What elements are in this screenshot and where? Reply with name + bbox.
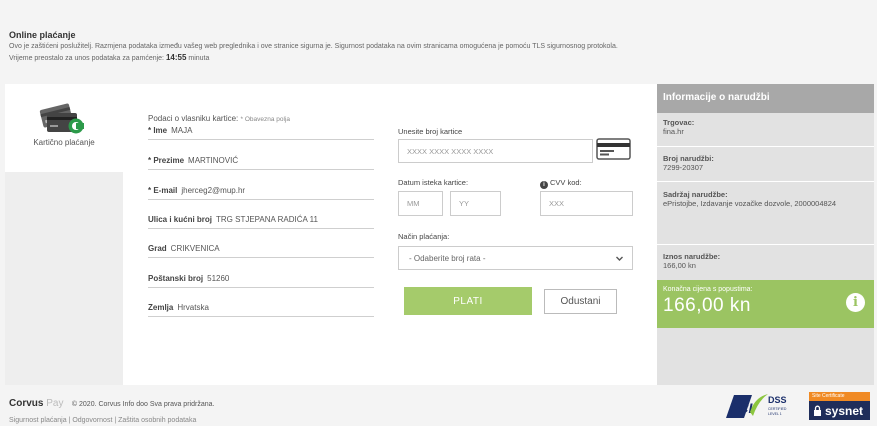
- corvuspay-logo: Corvus Pay: [9, 398, 63, 409]
- order-content-label: Sadržaj narudžbe:: [663, 190, 728, 199]
- link-privacy[interactable]: Zaštita osobnih podataka: [118, 417, 196, 424]
- pci-dss-badge: PCI DSS CERTIFIED LEVEL 1: [726, 394, 787, 418]
- installments-selected: - Odaberite broj rata -: [409, 253, 486, 263]
- final-price-label: Konačna cijena s popustima:: [663, 286, 753, 293]
- timer-value: 14:55: [165, 53, 187, 62]
- cvv-label-text: CVV kod:: [550, 178, 582, 187]
- installments-select[interactable]: - Odaberite broj rata -: [398, 246, 633, 270]
- notice-security-text: Ovo je zaštićeni poslužitelj. Razmjena p…: [9, 43, 618, 50]
- order-number-label: Broj narudžbi:: [663, 154, 714, 163]
- country-field[interactable]: Zemlja Hrvatska: [148, 303, 374, 317]
- merchant-info: Trgovac: fina.hr: [663, 118, 868, 136]
- footer-brand-row: Corvus Pay © 2020. Corvus Info doo Sva p…: [9, 393, 609, 411]
- city-field[interactable]: Grad CRIKVENICA: [148, 244, 374, 258]
- payment-panel: Kartično plaćanje Podaci o vlasniku kart…: [5, 84, 874, 385]
- street-field[interactable]: Ulica i kućni broj TRG STJEPANA RADIĆA 11: [148, 215, 374, 229]
- merchant-label: Trgovac:: [663, 118, 695, 127]
- cvv-label: i CVV kod:: [540, 178, 582, 189]
- lock-icon: [814, 405, 821, 416]
- owner-heading-text: Podaci o vlasniku kartice:: [148, 114, 239, 123]
- info-icon[interactable]: i: [846, 293, 865, 312]
- payment-methods-column: Kartično plaćanje: [5, 84, 123, 385]
- certified-text: CERTIFIED: [768, 407, 787, 411]
- link-responsibility[interactable]: Odgovornost: [72, 417, 112, 424]
- brand-corvus: Corvus: [9, 398, 44, 409]
- card-number-input[interactable]: XXXX XXXX XXXX XXXX: [398, 139, 593, 163]
- first-name-label: * Ime: [148, 126, 168, 135]
- credit-cards-icon: [39, 103, 84, 134]
- order-divider: [657, 244, 874, 245]
- pci-text: PCI: [729, 400, 753, 416]
- last-name-field[interactable]: * Prezime MARTINOVIĆ: [148, 156, 374, 170]
- country-value: Hrvatska: [177, 303, 209, 312]
- email-field[interactable]: * E-mail jherceg2@mup.hr: [148, 186, 374, 200]
- card-owner-section: Podaci o vlasniku kartice: * Obavezna po…: [148, 114, 374, 317]
- order-amount-value: 166,00 kn: [663, 261, 696, 270]
- email-value: jherceg2@mup.hr: [181, 186, 246, 195]
- country-label: Zemlja: [148, 303, 174, 312]
- page-footer: Corvus Pay © 2020. Corvus Info doo Sva p…: [9, 393, 609, 424]
- copyright-text: © 2020. Corvus Info doo Sva prava pridrž…: [71, 401, 215, 408]
- sysnet-name: sysnet: [825, 403, 864, 418]
- order-amount-label: Iznos narudžbe:: [663, 252, 721, 261]
- brand-pay: Pay: [46, 398, 64, 409]
- expiry-year-input[interactable]: YY: [450, 191, 501, 216]
- order-info-panel: Informacije o narudžbi Trgovac: fina.hr …: [657, 84, 874, 385]
- first-name-value: MAJA: [171, 126, 193, 135]
- payment-method-label: Način plaćanja:: [398, 232, 450, 241]
- cancel-button[interactable]: Odustani: [544, 289, 617, 314]
- order-info-heading: Informacije o narudžbi: [657, 84, 874, 113]
- notice-title: Online plaćanje: [9, 30, 76, 40]
- first-name-field[interactable]: * Ime MAJA: [148, 126, 374, 140]
- footer-links: Sigurnost plaćanja | Odgovornost | Zašti…: [9, 417, 197, 424]
- merchant-value: fina.hr: [663, 127, 684, 136]
- expiry-label: Datum isteka kartice:: [398, 178, 469, 187]
- city-label: Grad: [148, 244, 167, 253]
- street-value: TRG STJEPANA RADIĆA 11: [216, 215, 318, 224]
- dss-text: DSS: [768, 395, 787, 405]
- final-price-box: Konačna cijena s popustima: 166,00 kn i: [657, 280, 874, 328]
- order-divider: [657, 181, 874, 182]
- card-number-label: Unesite broj kartice: [398, 127, 463, 136]
- cvv-input[interactable]: XXX: [540, 191, 633, 216]
- order-content-info: Sadržaj narudžbe: ePristojbe, Izdavanje …: [663, 190, 868, 208]
- order-divider: [657, 146, 874, 147]
- pay-button[interactable]: PLATI: [404, 287, 532, 315]
- postal-code-label: Poštanski broj: [148, 274, 204, 283]
- order-amount-info: Iznos narudžbe: 166,00 kn: [663, 252, 868, 270]
- notice-timer: Vrijeme preostalo za unos podataka za pa…: [9, 53, 869, 62]
- required-note: * Obavezna polja: [240, 116, 291, 123]
- timer-unit: minuta: [188, 55, 210, 62]
- email-label: * E-mail: [148, 186, 178, 195]
- chevron-down-icon: [616, 256, 623, 261]
- postal-code-value: 51260: [207, 274, 230, 283]
- timer-label: Vrijeme preostalo za unos podataka za pa…: [9, 55, 164, 62]
- cvv-info-icon[interactable]: i: [540, 181, 548, 189]
- order-number-info: Broj narudžbi: 7299-20307: [663, 154, 868, 172]
- sysnet-site-certificate: Site Certificate: [809, 392, 870, 401]
- last-name-label: * Prezime: [148, 156, 185, 165]
- credit-card-icon: [596, 138, 631, 160]
- card-payment-label: Kartično plaćanje: [33, 138, 95, 147]
- order-number-value: 7299-20307: [663, 163, 704, 172]
- last-name-value: MARTINOVIĆ: [188, 156, 239, 165]
- security-notice: Online plaćanje Ovo je zaštićeni posluži…: [9, 30, 869, 62]
- card-payment-method[interactable]: Kartično plaćanje: [5, 84, 123, 172]
- order-content-value: ePristojbe, Izdavanje vozačke dozvole, 2…: [663, 199, 837, 208]
- city-value: CRIKVENICA: [170, 244, 220, 253]
- expiry-month-input[interactable]: MM: [398, 191, 443, 216]
- street-label: Ulica i kućni broj: [148, 215, 213, 224]
- owner-heading: Podaci o vlasniku kartice: * Obavezna po…: [148, 114, 374, 123]
- final-price-value: 166,00 kn: [663, 295, 751, 316]
- postal-code-field[interactable]: Poštanski broj 51260: [148, 274, 374, 288]
- payment-page: Online plaćanje Ovo je zaštićeni posluži…: [0, 0, 877, 426]
- link-payment-security[interactable]: Sigurnost plaćanja: [9, 417, 67, 424]
- level-text: LEVEL 1: [768, 412, 782, 416]
- sysnet-badge: Site Certificate sysnet: [809, 392, 870, 420]
